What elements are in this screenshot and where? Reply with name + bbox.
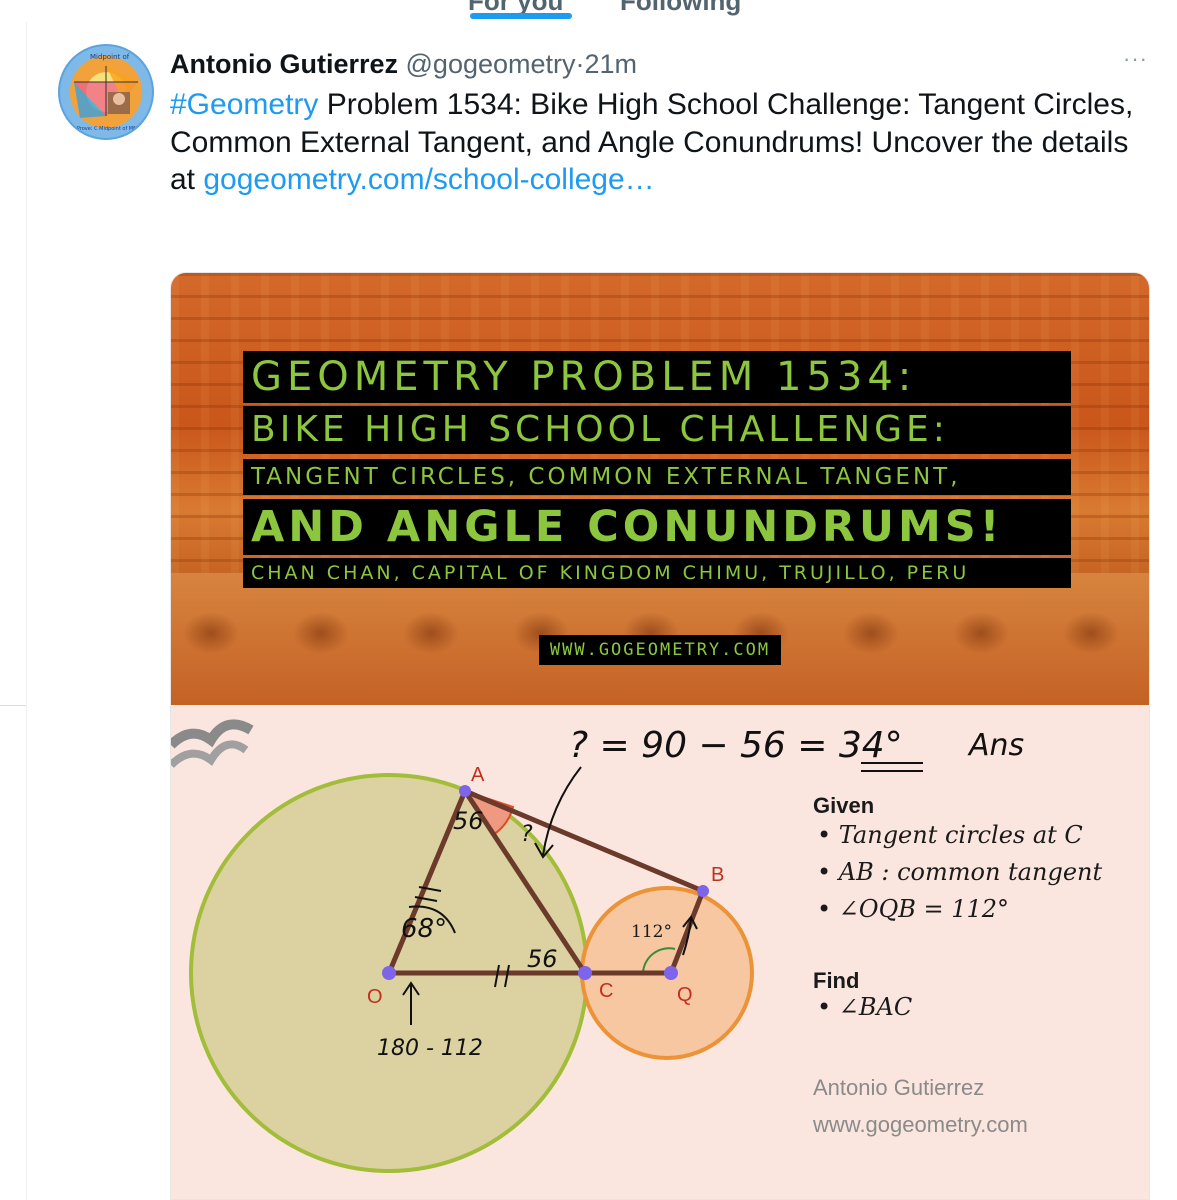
geometry-diagram: A B O C Q 112° ? = 90 − 56 = 34° Ans 56 … — [171, 705, 1149, 1199]
column-divider — [26, 22, 27, 1200]
banner-title-line-2: BIKE HIGH SCHOOL CHALLENGE: — [243, 406, 1071, 454]
separator-dot: · — [575, 49, 585, 79]
label-o: O — [367, 986, 383, 1008]
angle-label-112: 112° — [631, 922, 672, 942]
avatar[interactable]: Midpoint of To Prove: C Midpoint of MN — [58, 44, 154, 140]
label-q: Q — [677, 984, 693, 1006]
given-heading: Given — [813, 793, 875, 818]
hashtag-link[interactable]: #Geometry — [170, 88, 318, 121]
more-options-icon[interactable]: ··· — [1123, 46, 1148, 72]
timeline-tabs: For you Following — [0, 0, 1177, 22]
given-item-2: • AB : common tangent — [817, 858, 1103, 886]
handwritten-180-112: 180 - 112 — [377, 1036, 483, 1061]
avatar-bottom-text: To Prove: C Midpoint of MN — [69, 126, 137, 132]
avatar-top-text: Midpoint of — [90, 53, 130, 61]
handwritten-68: 68° — [401, 914, 447, 944]
banner-title-line-3: TANGENT CIRCLES, COMMON EXTERNAL TANGENT… — [243, 459, 1071, 495]
point-o — [382, 966, 396, 980]
find-heading: Find — [813, 968, 860, 993]
tweet-time[interactable]: 21m — [585, 49, 638, 79]
point-b — [697, 885, 709, 897]
row-divider — [0, 705, 26, 706]
external-link[interactable]: gogeometry.com/school-college… — [203, 163, 654, 196]
handwritten-56-bottom: 56 — [527, 945, 558, 973]
handwritten-question: ? — [521, 822, 533, 847]
banner-url: WWW.GOGEOMETRY.COM — [539, 635, 781, 665]
label-b: B — [711, 864, 724, 886]
diagram-author: Antonio Gutierrez — [813, 1075, 985, 1100]
avatar-geometry-icon: Midpoint of To Prove: C Midpoint of MN — [69, 53, 138, 132]
banner-title-line-4: AND ANGLE CONUNDRUMS! — [243, 499, 1071, 555]
diagram-website: www.gogeometry.com — [813, 1112, 1028, 1137]
banner-title-line-1: GEOMETRY PROBLEM 1534: — [243, 351, 1071, 403]
tweet-header: Antonio Gutierrez @gogeometry·21m — [170, 44, 637, 84]
handwritten-equation: ? = 90 − 56 = 34° — [569, 725, 903, 766]
handwritten-56-top: 56 — [453, 807, 484, 835]
point-q — [664, 966, 678, 980]
given-item-1: • Tangent circles at C — [817, 821, 1083, 849]
banner-location-line: CHAN CHAN, CAPITAL OF KINGDOM CHIMU, TRU… — [243, 558, 1071, 588]
given-item-3: • ∠OQB = 112° — [817, 895, 1010, 923]
handwritten-ans: Ans — [967, 728, 1024, 763]
active-tab-indicator — [470, 13, 572, 19]
label-c: C — [599, 980, 613, 1002]
tweet-text: #Geometry Problem 1534: Bike High School… — [170, 86, 1140, 199]
wave-decoration-2 — [171, 740, 249, 768]
find-item: • ∠BAC — [817, 993, 913, 1021]
banner-background: GEOMETRY PROBLEM 1534: BIKE HIGH SCHOOL … — [171, 273, 1149, 705]
tweet-media-image[interactable]: GEOMETRY PROBLEM 1534: BIKE HIGH SCHOOL … — [170, 272, 1150, 1200]
author-handle[interactable]: @gogeometry — [406, 49, 576, 79]
point-c — [578, 966, 592, 980]
label-a: A — [471, 764, 485, 786]
author-name[interactable]: Antonio Gutierrez — [170, 49, 398, 79]
point-a — [459, 785, 471, 797]
tab-following[interactable]: Following — [620, 0, 741, 17]
